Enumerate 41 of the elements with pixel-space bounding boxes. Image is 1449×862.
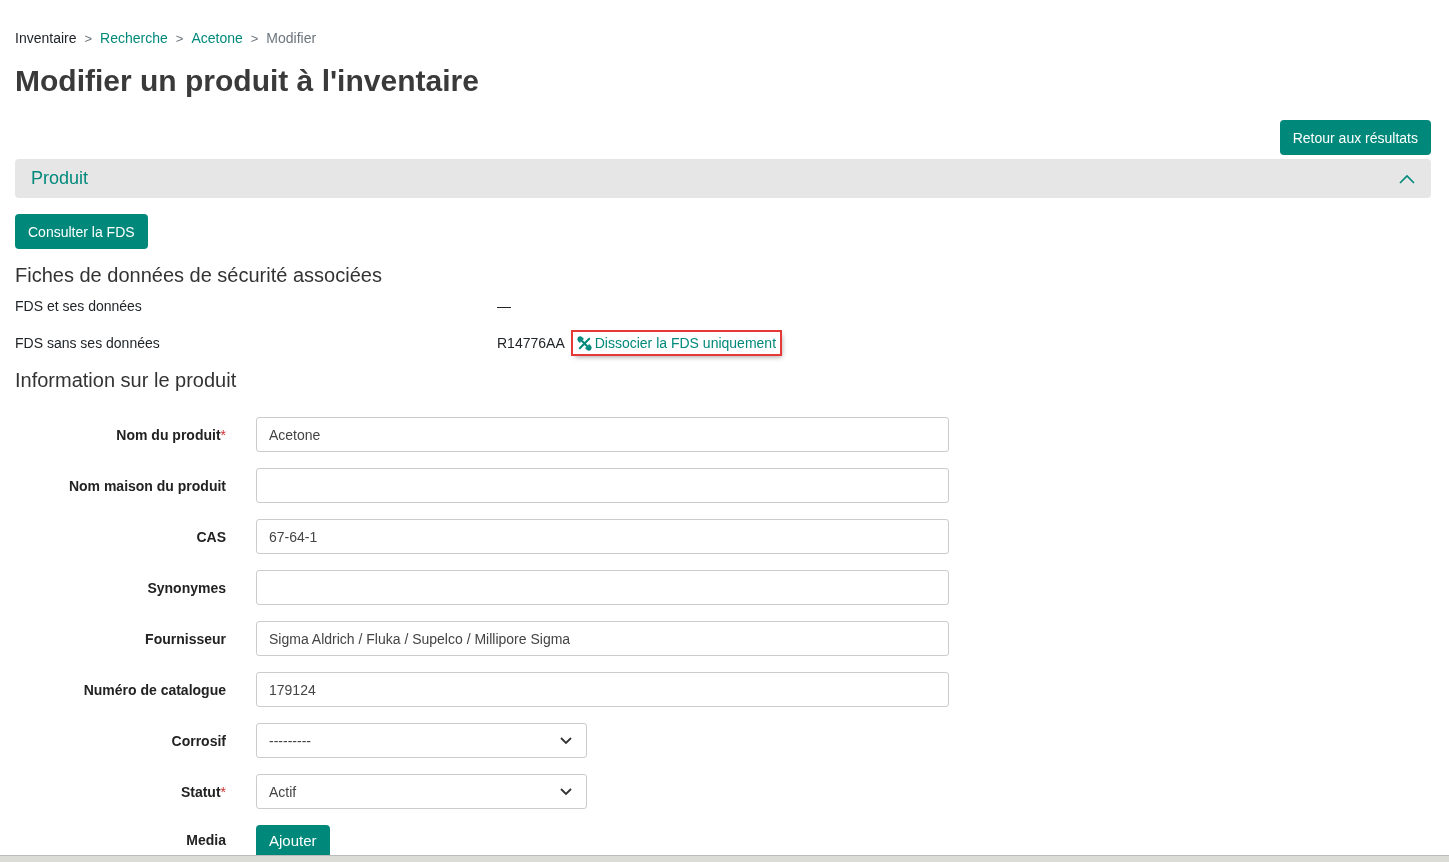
- text-field[interactable]: Sigma Aldrich / Fluka / Supelco / Millipore Sigma: [256, 621, 949, 656]
- chevron-down-icon: [560, 736, 572, 745]
- breadcrumb-item: Modifier: [266, 30, 317, 46]
- breadcrumb-link[interactable]: Acetone: [191, 30, 243, 46]
- breadcrumb-separator: >: [250, 30, 259, 46]
- text-field[interactable]: 67-64-1: [256, 519, 949, 554]
- chevron-icon: [1399, 173, 1415, 184]
- row-value: R14776AA: [497, 335, 565, 351]
- select-field[interactable]: Actif: [256, 774, 587, 809]
- row-value: —: [497, 298, 511, 314]
- page-title: Modifier un produit à l'inventaire: [15, 64, 480, 98]
- dissociate-link[interactable]: Dissocier la FDS uniquement: [572, 332, 780, 354]
- field-label: Nom du produit*: [115, 426, 226, 443]
- field-label: Fournisseur: [144, 630, 226, 647]
- chevron-down-icon: [560, 787, 572, 796]
- back-button[interactable]: Retour aux résultats: [1279, 120, 1431, 155]
- field-label: Numéro de catalogue: [82, 681, 226, 698]
- text-field[interactable]: Acetone: [256, 417, 949, 452]
- add-button[interactable]: Ajouter: [256, 825, 330, 855]
- section-header[interactable]: Produit: [15, 159, 1431, 198]
- field-label: Nom maison du produit: [67, 477, 226, 494]
- section-title: Produit: [31, 168, 89, 189]
- text-field[interactable]: [256, 468, 949, 503]
- field-label: Media: [185, 832, 226, 848]
- section-heading: Fiches de données de sécurité associées: [15, 264, 383, 287]
- field-label: CAS: [195, 528, 226, 545]
- breadcrumb-separator: >: [175, 30, 184, 46]
- broken-link-icon: [576, 335, 592, 351]
- breadcrumb-separator: >: [84, 30, 93, 46]
- breadcrumb-link[interactable]: Recherche: [100, 30, 168, 46]
- section-heading: Information sur le produit: [15, 369, 238, 392]
- text-field[interactable]: [256, 570, 949, 605]
- row-label: FDS sans ses données: [15, 335, 161, 351]
- select-field[interactable]: ---------: [256, 723, 587, 758]
- field-label: Synonymes: [146, 579, 226, 596]
- row-label: FDS et ses données: [15, 298, 143, 314]
- text-field[interactable]: 179124: [256, 672, 949, 707]
- breadcrumb-item: Inventaire: [15, 30, 77, 46]
- field-label: Statut*: [179, 783, 226, 800]
- consult-button[interactable]: Consulter la FDS: [15, 214, 148, 249]
- field-label: Corrosif: [170, 732, 226, 749]
